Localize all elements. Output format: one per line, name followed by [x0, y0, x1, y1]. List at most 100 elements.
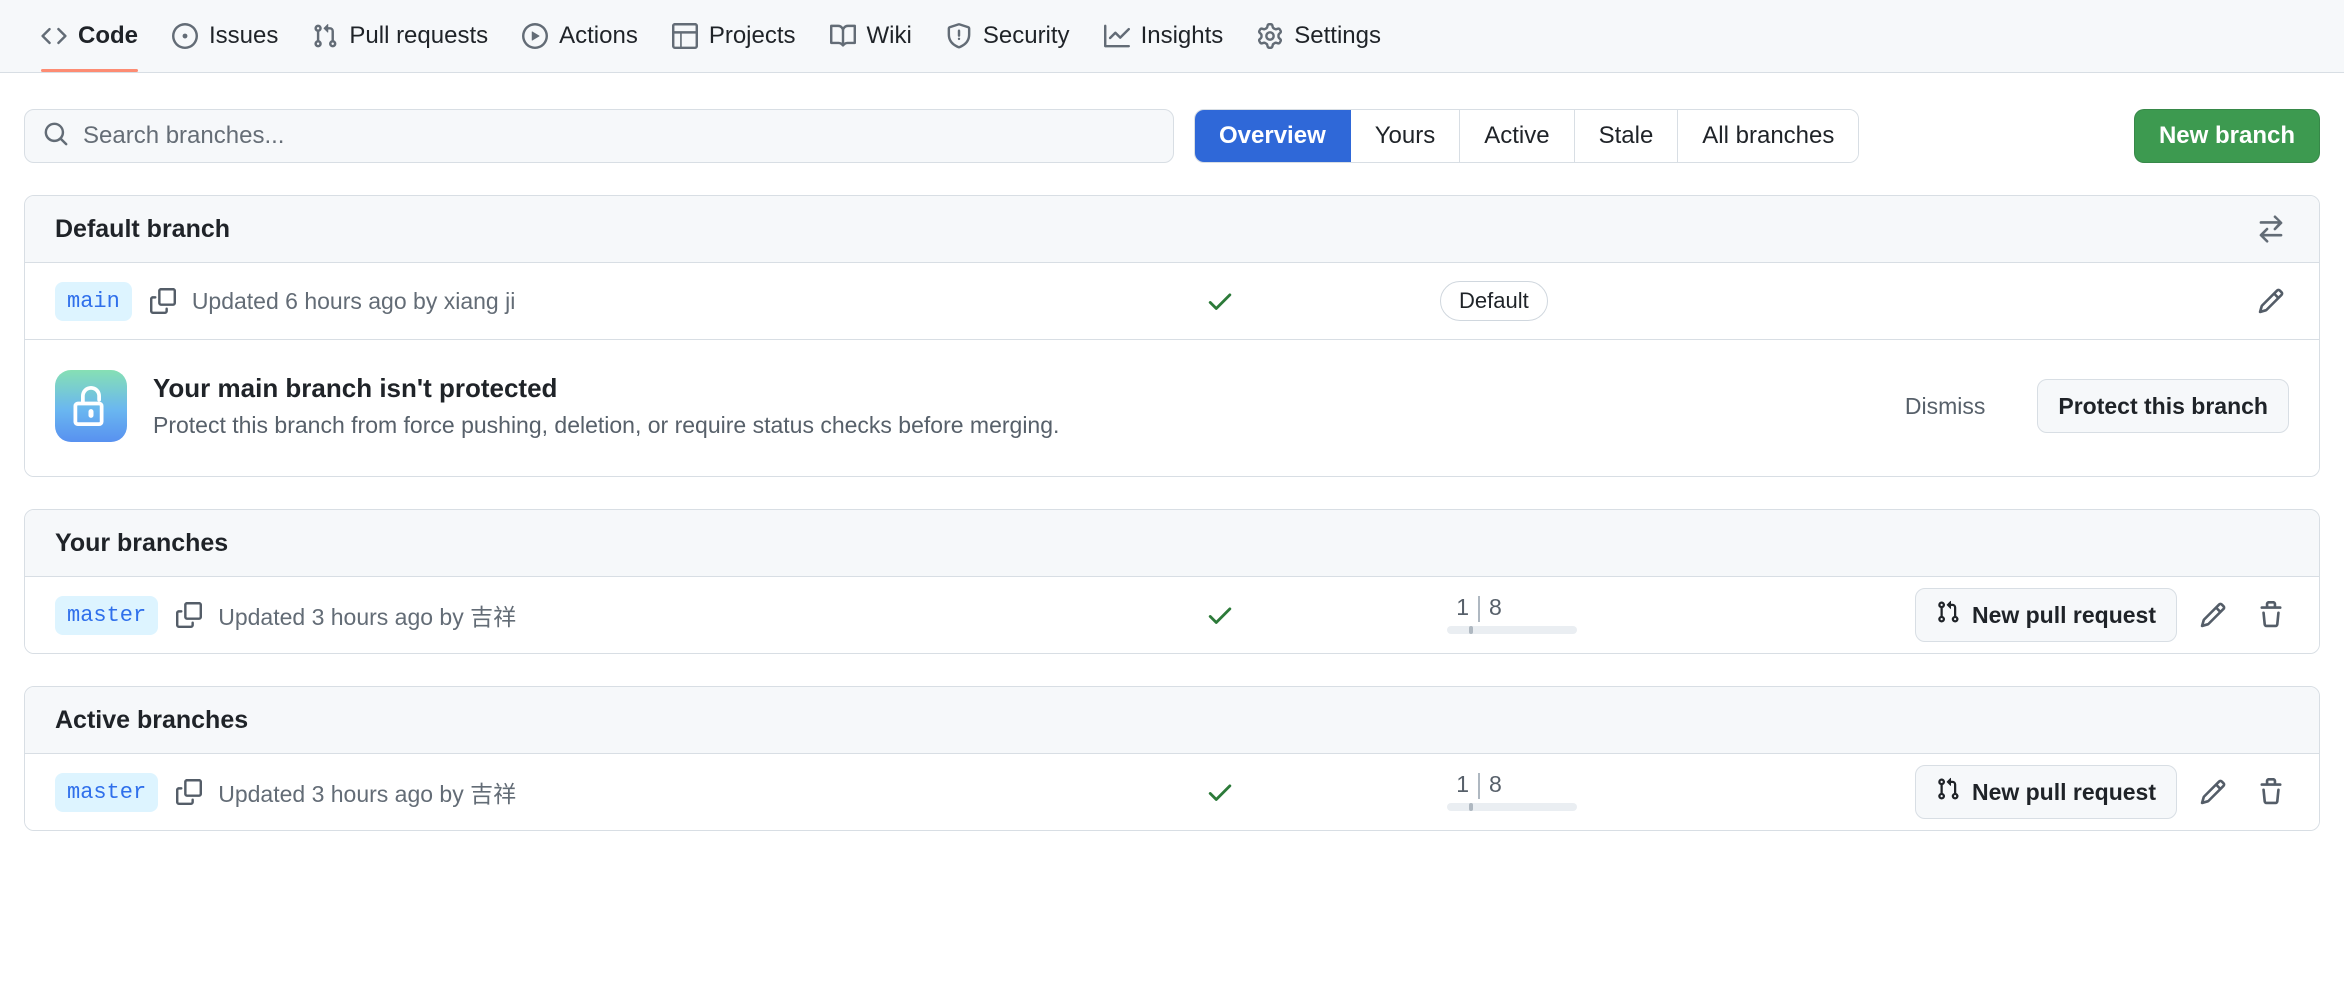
repo-nav: Code Issues Pull requests Actions Projec	[0, 0, 2344, 73]
branches-page: Overview Yours Active Stale All branches…	[0, 73, 2344, 831]
nav-item-label: Security	[982, 22, 1070, 49]
new-pull-request-label: New pull request	[1971, 601, 2156, 628]
new-pull-request-label: New pull request	[1971, 778, 2156, 805]
filter-active[interactable]: Active	[1460, 110, 1575, 162]
card-title: Default branch	[55, 214, 231, 243]
table-row: master Updated 3 hours ago by 吉祥 1 8 New…	[25, 577, 2319, 653]
search-icon	[43, 121, 69, 152]
active-branches-card: Active branches master Updated 3 hours a…	[24, 686, 2320, 831]
nav-item-label: Pull requests	[349, 22, 489, 49]
table-row: master Updated 3 hours ago by 吉祥 1 8 New…	[25, 754, 2319, 830]
nav-item-projects[interactable]: Projects	[655, 0, 813, 72]
git-pull-request-icon	[1936, 600, 1960, 630]
nav-item-settings[interactable]: Settings	[1240, 0, 1398, 72]
nav-item-label: Actions	[559, 22, 638, 49]
ahead-behind-divider	[1478, 773, 1480, 799]
check-icon	[1205, 600, 1235, 630]
card-title: Your branches	[55, 528, 229, 557]
ahead-behind-indicator: 1 8	[1447, 596, 1607, 634]
check-icon	[1205, 777, 1235, 807]
search-branches-field[interactable]	[24, 109, 1174, 163]
check-icon	[1205, 286, 1235, 316]
ahead-behind-divider	[1478, 596, 1480, 622]
branch-protection-banner: Your main branch isn't protected Protect…	[25, 339, 2319, 476]
pencil-icon[interactable]	[2191, 593, 2235, 637]
nav-item-security[interactable]: Security	[929, 0, 1087, 72]
new-pull-request-button[interactable]: New pull request	[1914, 765, 2177, 819]
table-row: main Updated 6 hours ago by xiang ji Def…	[25, 263, 2319, 339]
row-actions	[2249, 279, 2293, 323]
protect-branch-button[interactable]: Protect this branch	[2037, 379, 2289, 433]
code-icon	[41, 23, 67, 49]
copy-icon[interactable]	[176, 602, 203, 628]
nav-item-label: Settings	[1294, 22, 1381, 49]
trash-icon[interactable]	[2249, 593, 2293, 637]
active-branches-card-header: Active branches	[25, 687, 2319, 754]
branches-controls: Overview Yours Active Stale All branches…	[24, 73, 2320, 163]
default-branch-card: Default branch main Updated 6 hours ago …	[24, 195, 2320, 477]
filter-yours[interactable]: Yours	[1350, 110, 1461, 162]
copy-icon[interactable]	[176, 779, 203, 805]
shield-icon	[946, 23, 972, 49]
filter-stale[interactable]: Stale	[1574, 110, 1679, 162]
graph-icon	[1103, 23, 1130, 49]
copy-icon[interactable]	[149, 288, 176, 314]
row-actions: New pull request	[1914, 765, 2293, 819]
trash-icon[interactable]	[2249, 770, 2293, 814]
book-icon	[829, 23, 856, 49]
nav-item-wiki[interactable]: Wiki	[813, 0, 929, 72]
git-pull-request-icon	[312, 23, 338, 49]
issue-opened-icon	[172, 23, 198, 49]
banner-description: Protect this branch from force pushing, …	[153, 412, 1060, 438]
unlock-icon	[55, 370, 127, 442]
row-actions: New pull request	[1914, 588, 2293, 642]
gear-icon	[1257, 23, 1283, 49]
nav-item-insights[interactable]: Insights	[1087, 0, 1241, 72]
dismiss-button[interactable]: Dismiss	[1905, 393, 1986, 420]
play-icon	[522, 23, 549, 49]
filter-overview[interactable]: Overview	[1195, 110, 1351, 162]
filter-all-branches[interactable]: All branches	[1678, 110, 1859, 162]
branch-updated-meta: Updated 3 hours ago by 吉祥	[218, 604, 517, 630]
pencil-icon[interactable]	[2191, 770, 2235, 814]
nav-item-label: Issues	[209, 22, 279, 49]
ahead-behind-counts: 1 8	[1447, 596, 1607, 622]
branch-name-link[interactable]: master	[55, 772, 159, 812]
behind-count: 8	[1489, 771, 1502, 797]
nav-item-code[interactable]: Code	[24, 0, 155, 72]
ahead-count: 1	[1456, 594, 1469, 620]
new-branch-button[interactable]: New branch	[2133, 109, 2320, 163]
branch-updated-meta: Updated 3 hours ago by 吉祥	[218, 781, 517, 807]
ahead-behind-counts: 1 8	[1447, 773, 1607, 799]
branch-name-link[interactable]: master	[55, 595, 159, 635]
ahead-behind-bar	[1447, 626, 1577, 634]
nav-item-issues[interactable]: Issues	[155, 0, 295, 72]
search-input[interactable]	[83, 122, 1155, 150]
ahead-behind-bar	[1447, 803, 1577, 811]
default-badge-label: Default	[1440, 281, 1548, 321]
nav-item-actions[interactable]: Actions	[505, 0, 655, 72]
protect-branch-label: Protect this branch	[2058, 392, 2268, 419]
behind-count: 8	[1489, 594, 1502, 620]
nav-item-pull-requests[interactable]: Pull requests	[295, 0, 505, 72]
ahead-count: 1	[1456, 771, 1469, 797]
new-pull-request-button[interactable]: New pull request	[1914, 588, 2177, 642]
card-title: Active branches	[55, 705, 249, 734]
your-branches-card-header: Your branches	[25, 510, 2319, 577]
branch-filter-group: Overview Yours Active Stale All branches	[1194, 109, 1860, 163]
pencil-icon[interactable]	[2249, 279, 2293, 323]
branch-updated-meta: Updated 6 hours ago by xiang ji	[191, 287, 516, 314]
nav-item-label: Wiki	[866, 22, 912, 49]
arrow-switch-icon[interactable]	[2253, 211, 2289, 247]
banner-title: Your main branch isn't protected	[153, 373, 558, 403]
status-badge: Default	[1440, 281, 1548, 321]
git-pull-request-icon	[1936, 777, 1960, 807]
table-icon	[671, 23, 698, 49]
nav-item-label: Projects	[708, 22, 796, 49]
nav-item-label: Insights	[1140, 22, 1224, 49]
ahead-behind-indicator: 1 8	[1447, 773, 1607, 811]
default-branch-card-header: Default branch	[25, 196, 2319, 263]
banner-text: Your main branch isn't protected Protect…	[153, 373, 1059, 439]
branch-name-link[interactable]: main	[55, 281, 132, 321]
repo-nav-list: Code Issues Pull requests Actions Projec	[24, 0, 1398, 72]
